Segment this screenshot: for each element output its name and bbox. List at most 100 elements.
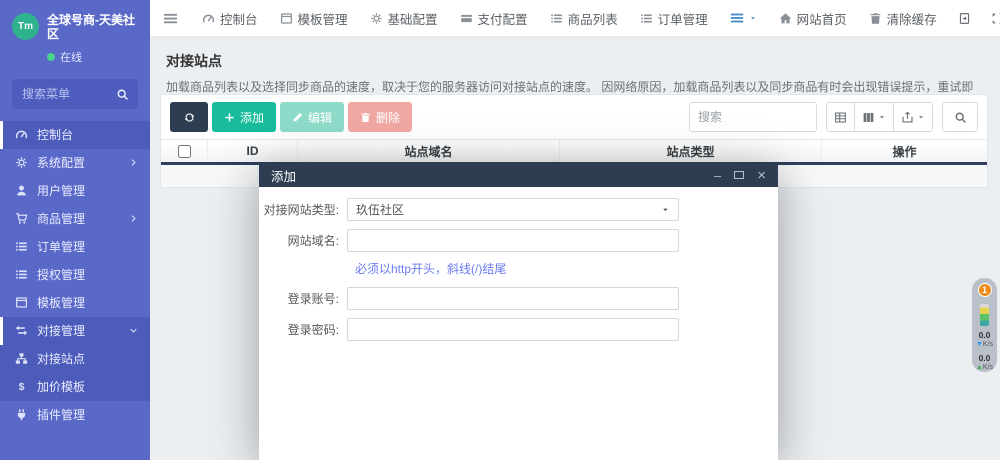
- dollar-icon: [15, 380, 28, 393]
- nav-label: 订单管理: [658, 9, 708, 28]
- export-dropdown-button[interactable]: [893, 102, 933, 132]
- sidebar: Tm 全球号商-天美社区 在线 控制台 系统配置 用户管理 商品: [0, 0, 150, 460]
- close-icon[interactable]: ×: [757, 168, 766, 183]
- nav-basic-config[interactable]: 基础配置: [359, 0, 449, 36]
- dialog-titlebar[interactable]: 添加 – ×: [259, 163, 778, 187]
- column-header-domain[interactable]: 站点域名: [297, 140, 559, 162]
- plus-icon: [224, 112, 235, 123]
- add-button[interactable]: 添加: [212, 102, 276, 132]
- password-input[interactable]: [347, 318, 679, 341]
- brand: Tm 全球号商-天美社区 在线: [0, 0, 150, 71]
- edit-button[interactable]: 编辑: [280, 102, 344, 132]
- nav-label: 清除缓存: [887, 9, 937, 28]
- upload-speed-unit: ▲K/s: [976, 364, 993, 372]
- caret-down-icon: [749, 14, 757, 22]
- select-all-checkbox[interactable]: [178, 145, 191, 158]
- notification-badge: 1: [978, 283, 992, 297]
- style-switcher-dropdown[interactable]: [719, 0, 768, 36]
- speed-gauge-bar: [980, 304, 989, 326]
- domain-input[interactable]: [347, 229, 679, 252]
- site-type-select[interactable]: 玖伍社区: [347, 198, 679, 221]
- sidebar-item-label: 订单管理: [37, 238, 85, 255]
- nav-label: 支付配置: [478, 9, 528, 28]
- upload-speed-value: 0.0: [976, 354, 993, 364]
- hamburger-icon: [163, 11, 178, 26]
- minimize-icon[interactable]: –: [714, 169, 721, 182]
- card-icon: [460, 12, 473, 25]
- brand-logo-text: Tm: [18, 21, 33, 32]
- gear-icon: [15, 156, 28, 169]
- nav-template-mgmt[interactable]: 模板管理: [269, 0, 359, 36]
- columns-dropdown-button[interactable]: [854, 102, 894, 132]
- refresh-icon: [184, 112, 195, 123]
- sidebar-item-label: 商品管理: [37, 210, 85, 227]
- sidebar-item-template-mgmt[interactable]: 模板管理: [0, 289, 150, 317]
- grid-icon: [834, 111, 847, 124]
- dialog-body: 对接网站类型: 玖伍社区 网站域名: 必须以http开头，斜线(/)结尾 登录账…: [259, 187, 778, 341]
- trash-icon: [360, 112, 371, 123]
- list-icon: [15, 240, 28, 253]
- sidebar-item-plugin-mgmt[interactable]: 插件管理: [0, 401, 150, 429]
- sidebar-item-user-mgmt[interactable]: 用户管理: [0, 177, 150, 205]
- caret-down-icon: [661, 205, 670, 214]
- nav-site-home[interactable]: 网站首页: [768, 0, 858, 36]
- net-speed-widget[interactable]: 1 0.0 ▼K/s 0.0 ▲K/s: [972, 278, 997, 372]
- sidebar-item-label: 插件管理: [37, 406, 85, 423]
- dashboard-icon: [202, 12, 215, 25]
- sidebar-item-markup-template[interactable]: 加价模板: [0, 373, 150, 401]
- brand-text: 全球号商-天美社区 在线: [47, 10, 140, 65]
- sidebar-menu: 控制台 系统配置 用户管理 商品管理 订单管理 授权管理 模板管理: [0, 121, 150, 429]
- maximize-icon[interactable]: [734, 171, 744, 179]
- list-icon: [640, 12, 653, 25]
- card-view-button[interactable]: [826, 102, 855, 132]
- sidebar-item-auth-mgmt[interactable]: 授权管理: [0, 261, 150, 289]
- sidebar-item-dashboard[interactable]: 控制台: [0, 121, 150, 149]
- column-header-id[interactable]: ID: [207, 140, 297, 162]
- nav-dashboard[interactable]: 控制台: [191, 0, 269, 36]
- delete-button[interactable]: 删除: [348, 102, 412, 132]
- nav-label: 网站首页: [797, 9, 847, 28]
- sidebar-item-system-config[interactable]: 系统配置: [0, 149, 150, 177]
- nav-clear-cache[interactable]: 清除缓存: [858, 0, 948, 36]
- nav-label: 控制台: [220, 9, 258, 28]
- nav-product-list[interactable]: 商品列表: [539, 0, 629, 36]
- nav-payment-config[interactable]: 支付配置: [449, 0, 539, 36]
- form-row-site-type: 对接网站类型: 玖伍社区: [259, 198, 778, 221]
- nav-label: 模板管理: [298, 9, 348, 28]
- account-label: 登录账号:: [259, 290, 347, 307]
- trash-icon: [869, 12, 882, 25]
- window-icon: [15, 296, 28, 309]
- sidebar-item-label: 模板管理: [37, 294, 85, 311]
- columns-icon: [862, 111, 875, 124]
- sidebar-toggle-button[interactable]: [150, 0, 191, 36]
- account-input[interactable]: [347, 287, 679, 310]
- sidebar-item-dock-sites[interactable]: 对接站点: [0, 345, 150, 373]
- search-toggle-button[interactable]: [942, 102, 978, 132]
- column-header-actions[interactable]: 操作: [821, 140, 987, 162]
- form-row-account: 登录账号:: [259, 287, 778, 310]
- table-search-input[interactable]: [689, 102, 817, 132]
- sidebar-item-label: 用户管理: [37, 182, 85, 199]
- view-button-group: [826, 102, 933, 132]
- search-icon: [954, 111, 967, 124]
- cart-icon: [15, 212, 28, 225]
- nav-order-mgmt[interactable]: 订单管理: [629, 0, 719, 36]
- add-button-label: 添加: [240, 109, 264, 126]
- sidebar-item-label: 对接管理: [37, 322, 85, 339]
- chevron-right-icon: [129, 214, 138, 223]
- top-navbar: 控制台 模板管理 基础配置 支付配置 商品列表 订单管理 网站首页 清除缓存: [150, 0, 1000, 37]
- column-header-type[interactable]: 站点类型: [559, 140, 821, 162]
- sidebar-item-order-mgmt[interactable]: 订单管理: [0, 233, 150, 261]
- dialog-title: 添加: [271, 166, 296, 185]
- gear-icon: [370, 12, 383, 25]
- page-refresh-button[interactable]: [948, 0, 981, 36]
- sidebar-item-product-mgmt[interactable]: 商品管理: [0, 205, 150, 233]
- sidebar-item-label: 授权管理: [37, 266, 85, 283]
- refresh-button[interactable]: [170, 102, 208, 132]
- fullscreen-button[interactable]: [981, 0, 1000, 36]
- expand-icon: [991, 12, 1000, 25]
- online-status: 在线: [47, 49, 140, 65]
- sidebar-item-dock-mgmt[interactable]: 对接管理: [0, 317, 150, 345]
- nav-label: 基础配置: [388, 9, 438, 28]
- sidebar-item-label: 系统配置: [37, 154, 85, 171]
